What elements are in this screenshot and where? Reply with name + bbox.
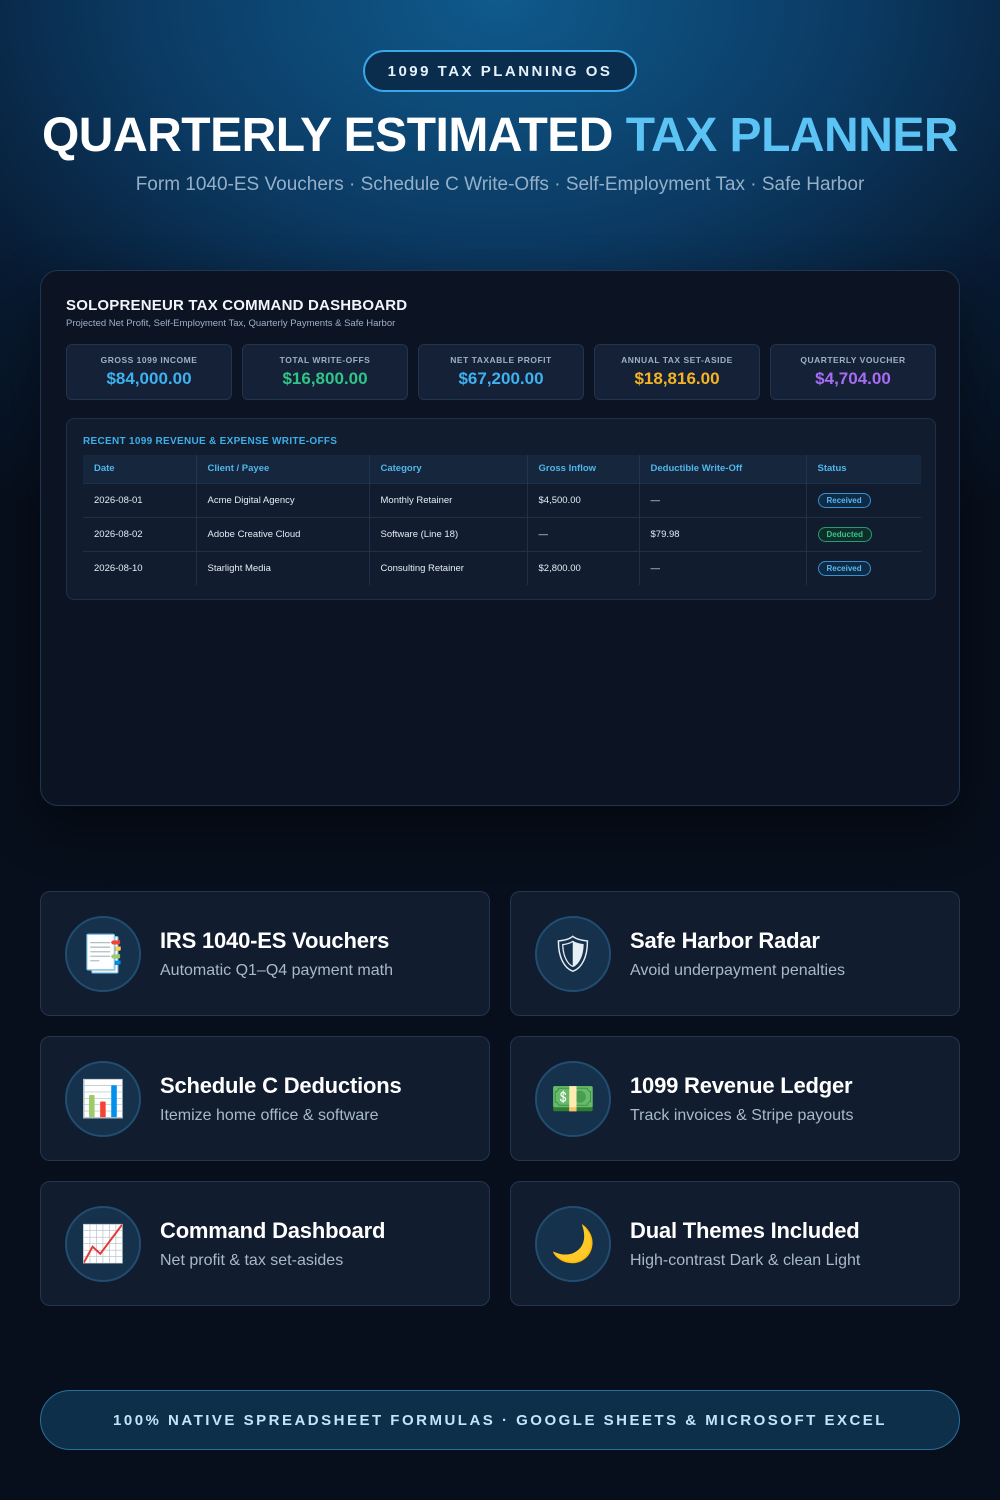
- feature-title: Command Dashboard: [160, 1218, 386, 1243]
- cell-inflow: $4,500.00: [527, 482, 640, 517]
- feature-title: Safe Harbor Radar: [630, 928, 820, 953]
- chart-increasing-icon: 📈: [65, 1206, 141, 1282]
- kpi-value: $67,200.00: [458, 369, 544, 388]
- page-subtitle: Form 1040-ES Vouchers · Schedule C Write…: [135, 174, 865, 195]
- table-row: 2026-08-02 Adobe Creative Cloud Software…: [83, 516, 921, 551]
- cell-writeoff: $79.98: [639, 516, 807, 551]
- kpi-value: $84,000.00: [106, 369, 192, 388]
- status-badge: Deducted: [817, 526, 872, 542]
- column-header: Client / Payee: [196, 455, 370, 483]
- kpi-value: $4,704.00: [815, 369, 891, 388]
- feature-title: Dual Themes Included: [630, 1218, 860, 1243]
- table-row: 2026-08-10 Starlight Media Consulting Re…: [83, 550, 921, 585]
- kpi-card-write-offs: TOTAL WRITE-OFFS $16,800.00: [242, 344, 408, 400]
- title-part-blue: TAX PLANNER: [625, 109, 959, 162]
- table-row: 2026-08-01 Acme Digital Agency Monthly R…: [83, 482, 921, 517]
- feature-card-schedule-c: 📊 Schedule C Deductions Itemize home off…: [40, 1036, 490, 1161]
- cell-client: Adobe Creative Cloud: [196, 516, 370, 551]
- status-badge: Received: [817, 492, 871, 508]
- moon-icon: 🌙: [535, 1206, 611, 1282]
- ledger-table: Date Client / Payee Category Gross Inflo…: [83, 455, 921, 585]
- ledger-title: RECENT 1099 REVENUE & EXPENSE WRITE-OFFS: [83, 436, 338, 447]
- column-header: Category: [369, 455, 528, 483]
- kpi-label: NET TAXABLE PROFIT: [450, 355, 552, 365]
- feature-desc: High-contrast Dark & clean Light: [630, 1252, 861, 1269]
- cell-client: Starlight Media: [196, 550, 370, 585]
- column-header: Date: [83, 455, 197, 483]
- cell-status: Deducted: [806, 516, 921, 551]
- kpi-label: QUARTERLY VOUCHER: [800, 355, 906, 365]
- column-header: Status: [806, 455, 921, 483]
- cell-date: 2026-08-10: [83, 550, 197, 585]
- header-badge: 1099 TAX PLANNING OS: [363, 50, 637, 92]
- feature-desc: Track invoices & Stripe payouts: [630, 1107, 854, 1124]
- cell-writeoff: —: [639, 550, 807, 585]
- dashboard-title: SOLOPRENEUR TAX COMMAND DASHBOARD: [66, 297, 408, 314]
- cell-inflow: —: [527, 516, 640, 551]
- kpi-value: $16,800.00: [282, 369, 368, 388]
- kpi-card-net-profit: NET TAXABLE PROFIT $67,200.00: [418, 344, 584, 400]
- column-header: Gross Inflow: [527, 455, 640, 483]
- kpi-row: GROSS 1099 INCOME $84,000.00 TOTAL WRITE…: [66, 344, 936, 400]
- feature-title: 1099 Revenue Ledger: [630, 1073, 853, 1098]
- kpi-value: $18,816.00: [634, 369, 720, 388]
- kpi-label: ANNUAL TAX SET-ASIDE: [621, 355, 733, 365]
- dashboard-subtitle: Projected Net Profit, Self-Employment Ta…: [66, 318, 396, 329]
- cell-status: Received: [806, 550, 921, 585]
- feature-title: IRS 1040-ES Vouchers: [160, 928, 390, 953]
- cell-client: Acme Digital Agency: [196, 482, 370, 517]
- feature-desc: Automatic Q1–Q4 payment math: [160, 962, 393, 979]
- kpi-card-tax-set-aside: ANNUAL TAX SET-ASIDE $18,816.00: [594, 344, 760, 400]
- feature-card-vouchers: 📑 IRS 1040-ES Vouchers Automatic Q1–Q4 p…: [40, 891, 490, 1016]
- feature-title: Schedule C Deductions: [160, 1073, 402, 1098]
- kpi-card-quarterly-voucher: QUARTERLY VOUCHER $4,704.00: [770, 344, 936, 400]
- footer-banner: 100% NATIVE SPREADSHEET FORMULAS · GOOGL…: [40, 1390, 960, 1450]
- money-icon: 💵: [535, 1061, 611, 1137]
- feature-card-safe-harbor: 🛡 Safe Harbor Radar Avoid underpayment p…: [510, 891, 960, 1016]
- table-header-row: Date Client / Payee Category Gross Inflo…: [83, 455, 921, 483]
- dashboard-panel: SOLOPRENEUR TAX COMMAND DASHBOARD Projec…: [40, 270, 960, 806]
- feature-card-revenue-ledger: 💵 1099 Revenue Ledger Track invoices & S…: [510, 1036, 960, 1161]
- page-title: QUARTERLY ESTIMATED TAX PLANNER: [0, 108, 1000, 163]
- cell-category: Consulting Retainer: [369, 550, 528, 585]
- feature-card-command-dashboard: 📈 Command Dashboard Net profit & tax set…: [40, 1181, 490, 1306]
- kpi-card-gross-income: GROSS 1099 INCOME $84,000.00: [66, 344, 232, 400]
- shield-icon: 🛡: [535, 916, 611, 992]
- document-icon: 📑: [65, 916, 141, 992]
- kpi-label: TOTAL WRITE-OFFS: [279, 355, 371, 365]
- ledger-panel: RECENT 1099 REVENUE & EXPENSE WRITE-OFFS…: [66, 418, 936, 600]
- kpi-label: GROSS 1099 INCOME: [100, 355, 198, 365]
- feature-desc: Itemize home office & software: [160, 1107, 379, 1124]
- cell-inflow: $2,800.00: [527, 550, 640, 585]
- cell-date: 2026-08-01: [83, 482, 197, 517]
- cell-category: Monthly Retainer: [369, 482, 528, 517]
- feature-desc: Net profit & tax set-asides: [160, 1252, 344, 1269]
- column-header: Deductible Write-Off: [639, 455, 807, 483]
- feature-desc: Avoid underpayment penalties: [630, 962, 845, 979]
- cell-date: 2026-08-02: [83, 516, 197, 551]
- title-part-white: QUARTERLY ESTIMATED: [41, 109, 626, 162]
- cell-category: Software (Line 18): [369, 516, 528, 551]
- cell-writeoff: —: [639, 482, 807, 517]
- feature-card-dual-themes: 🌙 Dual Themes Included High-contrast Dar…: [510, 1181, 960, 1306]
- bar-chart-icon: 📊: [65, 1061, 141, 1137]
- status-badge: Received: [817, 560, 871, 576]
- cell-status: Received: [806, 482, 921, 517]
